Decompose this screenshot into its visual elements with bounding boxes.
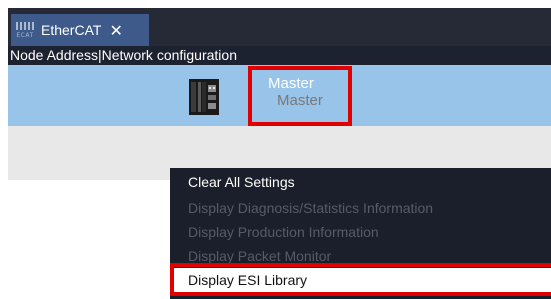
ethercat-editor-window: ECAT EtherCAT ✕ Node Address|Network con… bbox=[8, 8, 551, 180]
menu-item-display-diagnosis: Display Diagnosis/Statistics Information bbox=[188, 200, 434, 216]
tab-bar: ECAT EtherCAT ✕ bbox=[8, 8, 551, 46]
master-device-icon bbox=[189, 79, 219, 115]
esi-library-highlight-box bbox=[170, 263, 551, 296]
tab-ethercat[interactable]: ECAT EtherCAT ✕ bbox=[11, 14, 149, 46]
ethercat-icon: ECAT bbox=[14, 19, 36, 41]
close-icon[interactable]: ✕ bbox=[109, 21, 122, 40]
master-highlight-box bbox=[248, 66, 352, 126]
menu-item-display-production: Display Production Information bbox=[188, 224, 379, 240]
tab-label: EtherCAT bbox=[41, 22, 102, 38]
menu-item-clear-all-settings[interactable]: Clear All Settings bbox=[170, 170, 551, 194]
column-header: Node Address|Network configuration bbox=[8, 46, 551, 65]
